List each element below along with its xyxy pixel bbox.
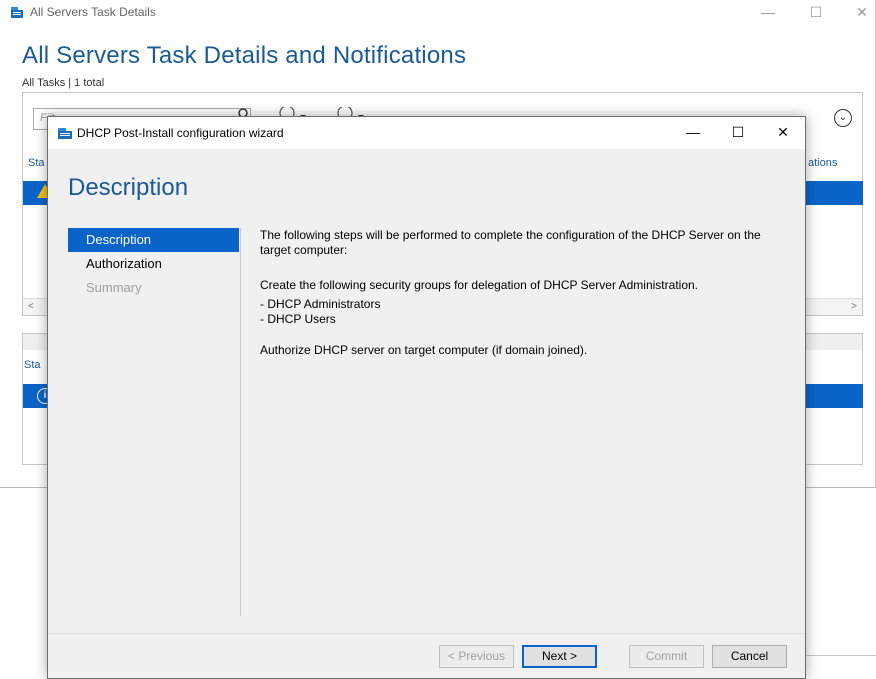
description-content: The following steps will be performed to… — [260, 228, 795, 373]
scroll-left-icon[interactable]: < — [28, 301, 34, 312]
group-dhcp-administrators: - DHCP Administrators — [260, 297, 381, 311]
background-titlebar: All Servers Task Details — ☐ ✕ — [0, 0, 876, 26]
nav-divider — [240, 228, 241, 616]
column-header-notifications[interactable]: ations — [808, 157, 837, 169]
footer-divider — [48, 633, 805, 634]
authorize-text: Authorize DHCP server on target computer… — [260, 343, 588, 357]
expand-icon[interactable]: ⌄ — [834, 109, 852, 127]
background-frame-fragment — [806, 655, 876, 679]
close-icon[interactable]: ✕ — [842, 0, 876, 24]
dialog-titlebar: DHCP Post-Install configuration wizard —… — [48, 117, 805, 149]
security-groups-text: Create the following security groups for… — [260, 278, 698, 292]
close-icon[interactable]: ✕ — [760, 117, 806, 149]
intro-text-line2: target computer: — [260, 243, 348, 257]
commit-button[interactable]: Commit — [629, 645, 704, 668]
previous-button[interactable]: < Previous — [439, 645, 514, 668]
selected-row-end[interactable] — [806, 181, 863, 205]
minimize-icon[interactable]: — — [670, 117, 716, 149]
selected-detail-row-end[interactable] — [806, 384, 863, 408]
group-dhcp-users: - DHCP Users — [260, 312, 336, 326]
task-count: All Tasks | 1 total — [22, 77, 105, 89]
server-manager-icon — [58, 128, 72, 139]
nav-item-authorization[interactable]: Authorization — [68, 252, 239, 276]
maximize-icon[interactable]: ☐ — [796, 0, 836, 24]
next-button[interactable]: Next > — [522, 645, 597, 668]
column-header-status[interactable]: Sta — [28, 157, 45, 169]
intro-text-line1: The following steps will be performed to… — [260, 228, 761, 242]
page-title: All Servers Task Details and Notificatio… — [22, 42, 467, 69]
wizard-steps-nav: Description Authorization Summary — [68, 228, 239, 300]
scroll-right-icon[interactable]: > — [851, 301, 857, 312]
background-window-title: All Servers Task Details — [30, 5, 156, 19]
maximize-icon[interactable]: ☐ — [715, 117, 761, 149]
dhcp-wizard-dialog: DHCP Post-Install configuration wizard —… — [47, 116, 806, 679]
nav-item-description[interactable]: Description — [68, 228, 239, 252]
column-header-status-details[interactable]: Sta — [24, 359, 41, 371]
cancel-button[interactable]: Cancel — [712, 645, 787, 668]
nav-item-summary: Summary — [86, 280, 142, 295]
server-manager-icon — [11, 7, 23, 18]
dialog-title: DHCP Post-Install configuration wizard — [77, 126, 284, 140]
step-heading: Description — [68, 174, 189, 201]
minimize-icon[interactable]: — — [748, 0, 788, 24]
